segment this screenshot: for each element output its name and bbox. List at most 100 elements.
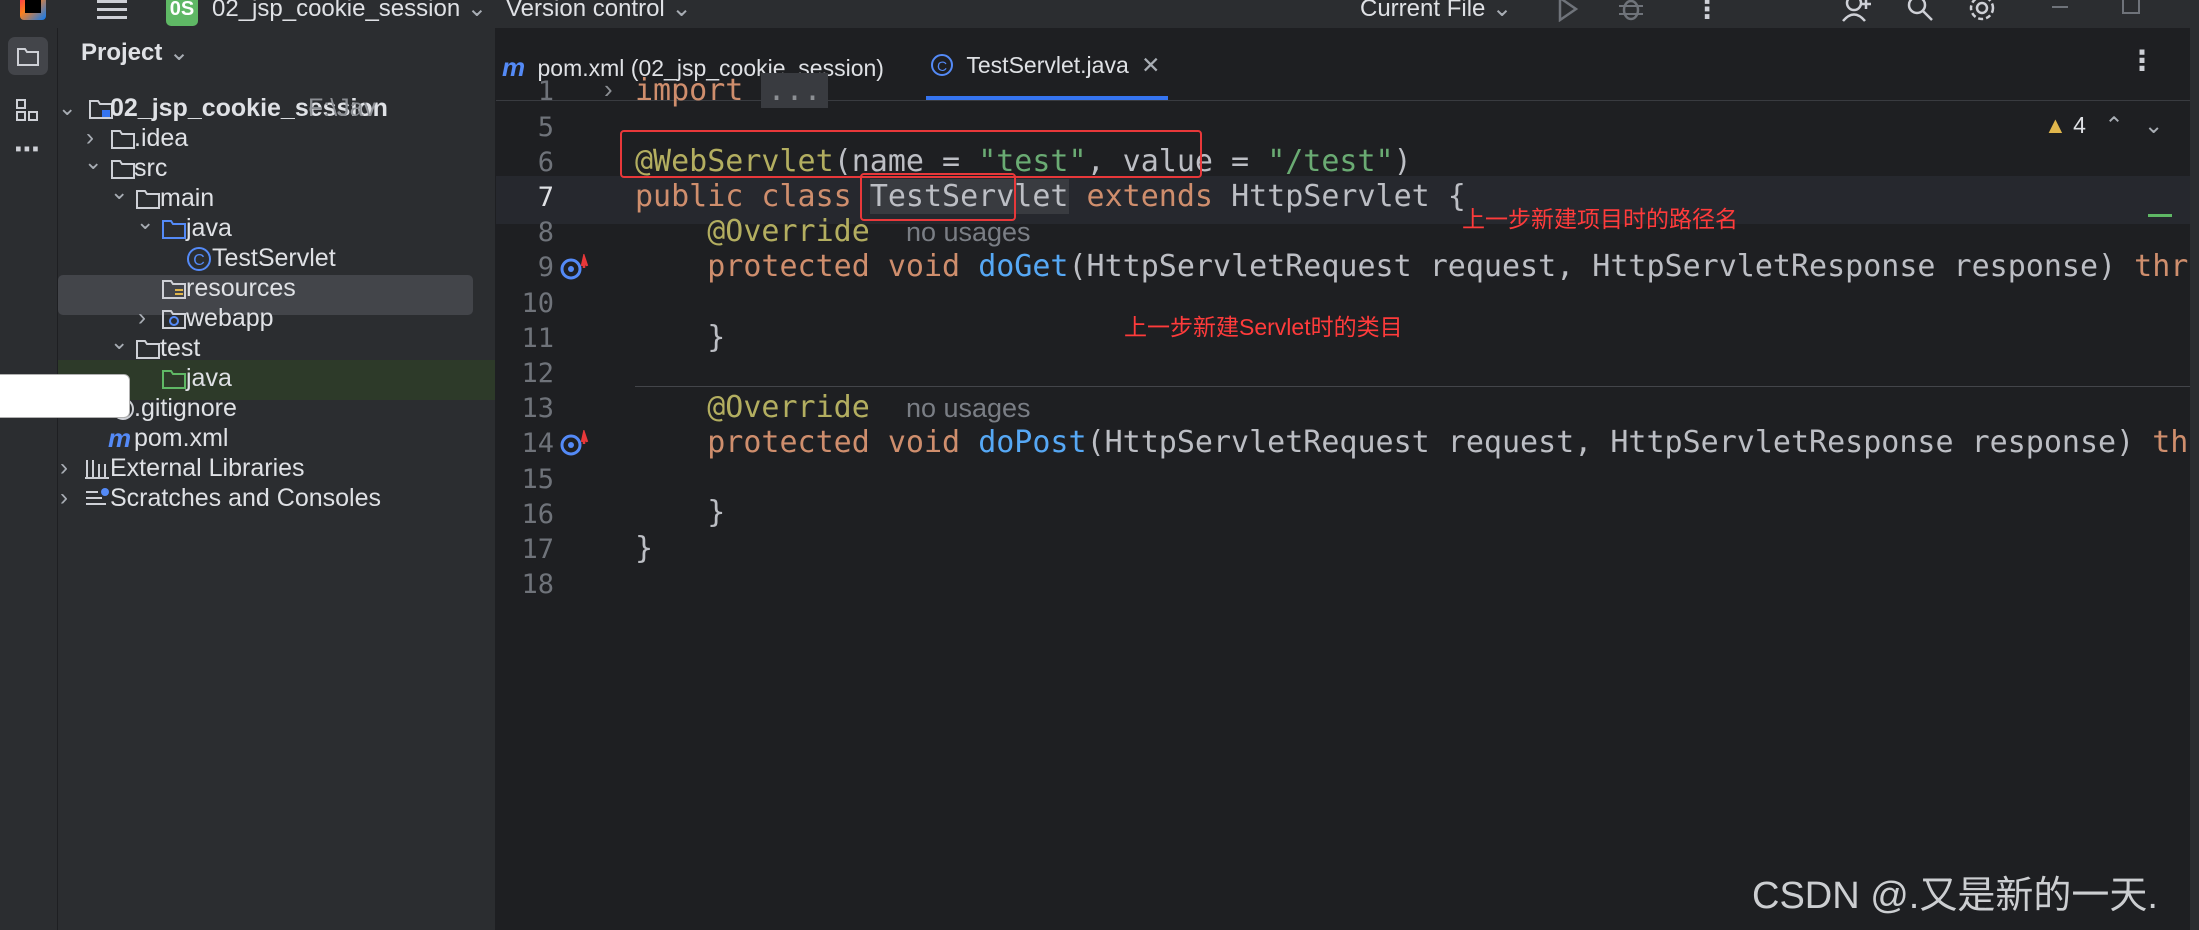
implementing-method-icon[interactable]: [560, 430, 592, 458]
code-token: ): [1393, 144, 1412, 179]
chevron-down-icon: ⌄: [110, 329, 129, 354]
line-number: 5: [537, 112, 554, 143]
run-config-selector[interactable]: Current File ⌄: [1360, 0, 1512, 23]
code-token: protected void: [707, 425, 979, 460]
vcs-menu[interactable]: Version control ⌄: [506, 0, 692, 23]
editor-area: m pom.xml (02_jsp_cookie_session) C Test…: [496, 28, 2199, 930]
annotation-box-class: [860, 173, 1016, 221]
line-number: 10: [521, 288, 554, 319]
usages-hint[interactable]: no usages: [906, 217, 1031, 247]
annotation-note-class: 上一步新建Servlet时的类目: [1124, 314, 1403, 340]
line-number: 14: [521, 428, 554, 459]
run-config-label: Current File: [1360, 0, 1486, 22]
code-line-9[interactable]: protected void doGet(HttpServletRequest …: [635, 249, 2188, 284]
line-number: 7: [537, 182, 554, 213]
code-token: (HttpServletRequest request, HttpServlet…: [1086, 425, 2153, 460]
debug-icon[interactable]: [1617, 0, 1645, 22]
chevron-down-icon: ⌄: [466, 0, 487, 22]
code-line-7[interactable]: public class TestServlet extends HttpSer…: [635, 179, 1466, 214]
tab-testservlet-java[interactable]: C TestServlet.java ✕: [930, 52, 1160, 79]
code-line-1[interactable]: import ...: [635, 73, 828, 108]
code-line-11[interactable]: }: [635, 320, 725, 355]
search-icon[interactable]: [1906, 0, 1934, 22]
code-token: doPost: [978, 425, 1087, 460]
close-icon[interactable]: ✕: [1141, 52, 1160, 78]
code-token: @Override: [707, 390, 870, 425]
implementing-method-icon[interactable]: [560, 254, 592, 282]
tab-label: TestServlet.java: [966, 52, 1129, 78]
line-number: 18: [521, 569, 554, 600]
more-actions-icon[interactable]: ⋮: [1694, 0, 1720, 25]
fold-expand-icon[interactable]: ›: [604, 74, 613, 105]
warning-count: 4: [2073, 112, 2086, 138]
folder-icon: [111, 130, 135, 149]
more-tools-icon[interactable]: ⋯: [14, 134, 40, 165]
resources-folder-icon: [162, 280, 186, 299]
code-token: (HttpServletRequest request, HttpServlet…: [1068, 249, 2135, 284]
tab-options-icon[interactable]: ⋮: [2128, 44, 2156, 77]
structure-icon[interactable]: [15, 98, 39, 122]
code-line-16[interactable]: }: [635, 495, 725, 530]
usages-hint[interactable]: no usages: [906, 393, 1031, 423]
code-token: import: [635, 73, 744, 108]
code-line-13[interactable]: @Override no usages: [635, 390, 1031, 425]
library-icon: [85, 460, 109, 479]
code-line-14[interactable]: protected void doPost(HttpServletRequest…: [635, 425, 2188, 460]
folder-icon: [136, 340, 160, 359]
run-icon[interactable]: [1554, 0, 1580, 22]
code-token: public class: [635, 179, 870, 214]
project-panel-header[interactable]: Project ⌄: [81, 38, 189, 67]
annotation-note-path: 上一步新建项目时的路径名: [1462, 206, 1738, 232]
scratches-icon: [86, 488, 109, 505]
svg-text:C: C: [193, 252, 205, 269]
line-number: 9: [537, 252, 554, 283]
chevron-down-icon: ⌄: [136, 209, 155, 234]
vcs-menu-label: Version control: [506, 0, 665, 22]
code-token: @Override: [707, 214, 870, 249]
folded-imports[interactable]: ...: [761, 73, 828, 108]
code-token: }: [707, 320, 726, 355]
line-number: 1: [537, 76, 554, 107]
restore-icon[interactable]: [2122, 0, 2140, 14]
inspection-widget[interactable]: ▲ 4 ⌃ ⌄: [2044, 112, 2163, 139]
chevron-down-icon: ⌄: [84, 149, 103, 174]
line-number: 12: [521, 358, 554, 389]
line-number: 11: [521, 323, 554, 354]
chevron-down-icon: ⌄: [1492, 0, 1513, 22]
add-user-icon[interactable]: [1842, 0, 1872, 22]
project-selector[interactable]: 02_jsp_cookie_session ⌄: [212, 0, 487, 23]
chevron-down-icon: ⌄: [671, 0, 692, 22]
chevron-down-icon: ⌄: [169, 39, 190, 66]
line-number: 16: [521, 499, 554, 530]
web-folder-icon: [162, 310, 186, 329]
active-tab-underline: [926, 96, 1168, 100]
code-token: th: [2152, 425, 2189, 460]
change-marker: [2148, 214, 2172, 217]
code-token: doGet: [978, 249, 1069, 284]
project-panel-title: Project: [81, 39, 163, 66]
code-token: }: [635, 531, 654, 566]
code-line-17[interactable]: }: [635, 531, 653, 566]
code-token: "/test": [1267, 144, 1394, 179]
chevron-right-icon: ›: [60, 484, 68, 511]
tree-item-label: Scratches and Consoles: [110, 484, 381, 512]
intellij-logo-icon[interactable]: [20, 0, 46, 20]
chevron-up-icon[interactable]: ⌃: [2104, 112, 2123, 138]
chevron-down-icon: ⌄: [110, 179, 129, 204]
chevron-down-icon[interactable]: ⌄: [2144, 112, 2163, 138]
project-tool-window: Project ⌄ ⌄ 02_jsp_cookie_session F:\Jav…: [58, 28, 495, 930]
project-tool-button[interactable]: [8, 37, 48, 75]
code-token: HttpServlet {: [1231, 179, 1466, 214]
vertical-scrollbar[interactable]: [2190, 28, 2199, 930]
gear-icon[interactable]: [1968, 0, 1996, 22]
source-folder-icon: [162, 220, 186, 239]
test-folder-icon: [162, 370, 186, 389]
folder-icon: [17, 48, 39, 66]
tree-item-scratches[interactable]: › Scratches and Consoles: [58, 478, 495, 518]
main-menu-icon[interactable]: [97, 0, 127, 20]
watermark: CSDN @.又是新的一天.: [1752, 875, 2158, 917]
minimize-icon[interactable]: [2052, 6, 2068, 8]
svg-text:C: C: [937, 58, 947, 74]
project-badge[interactable]: 0S: [166, 0, 198, 26]
tool-window-strip: ⋯: [0, 28, 58, 930]
